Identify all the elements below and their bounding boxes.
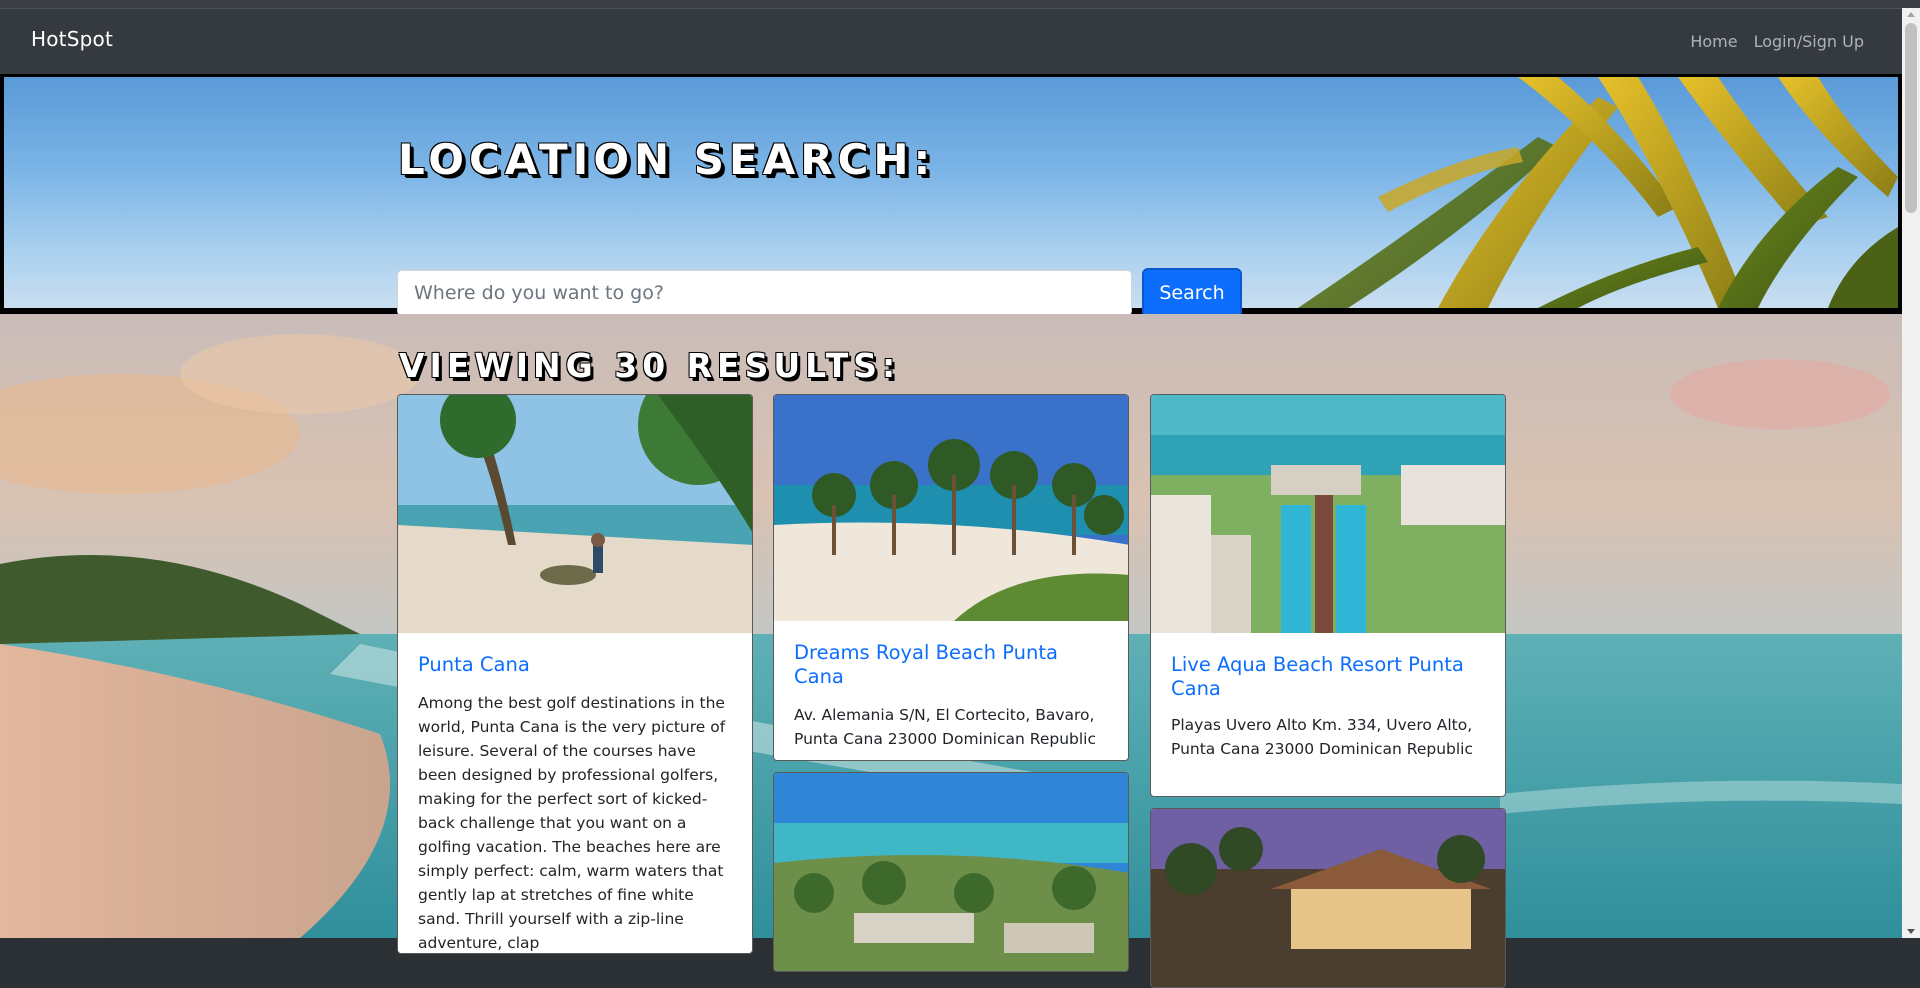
card-title[interactable]: Dreams Royal Beach Punta Cana: [794, 641, 1110, 689]
card-address: Av. Alemania S/N, El Cortecito, Bavaro, …: [794, 706, 1097, 748]
search-button[interactable]: Search: [1142, 268, 1242, 318]
navbar: HotSpot Home Login/Sign Up: [0, 8, 1902, 75]
nav-links: Home Login/Sign Up: [1690, 32, 1864, 51]
scroll-down-arrow-icon[interactable]: [1907, 929, 1915, 934]
brand-logo[interactable]: HotSpot: [31, 27, 113, 51]
card-image: [774, 395, 1128, 621]
result-card[interactable]: Punta Cana Among the best golf destinati…: [397, 394, 753, 954]
page-scrollbar[interactable]: [1902, 8, 1920, 938]
location-search-hero: Location Search: Search: [0, 74, 1902, 318]
scrollbar-thumb[interactable]: [1905, 23, 1917, 213]
scroll-up-arrow-icon[interactable]: [1907, 12, 1915, 17]
card-title[interactable]: Live Aqua Beach Resort Punta Cana: [1171, 653, 1487, 701]
card-image: [1151, 809, 1505, 987]
window-top-strip: [0, 0, 1920, 8]
results-heading: Viewing 30 Results:: [399, 346, 901, 385]
card-image: [1151, 395, 1505, 633]
result-card[interactable]: [1150, 808, 1506, 988]
result-card[interactable]: Live Aqua Beach Resort Punta Cana Playas…: [1150, 394, 1506, 797]
card-image: [774, 773, 1128, 971]
location-search-input[interactable]: [397, 270, 1132, 316]
card-title[interactable]: Punta Cana: [418, 653, 734, 677]
result-card[interactable]: [773, 772, 1129, 972]
location-search-heading: Location Search:: [398, 135, 936, 184]
nav-link-login-signup[interactable]: Login/Sign Up: [1754, 32, 1864, 51]
nav-link-home[interactable]: Home: [1690, 32, 1737, 51]
card-image: [398, 395, 752, 633]
result-card[interactable]: Dreams Royal Beach Punta Cana Av. Aleman…: [773, 394, 1129, 761]
card-description: Among the best golf destinations in the …: [418, 694, 726, 952]
card-address: Playas Uvero Alto Km. 334, Uvero Alto, P…: [1171, 716, 1474, 758]
